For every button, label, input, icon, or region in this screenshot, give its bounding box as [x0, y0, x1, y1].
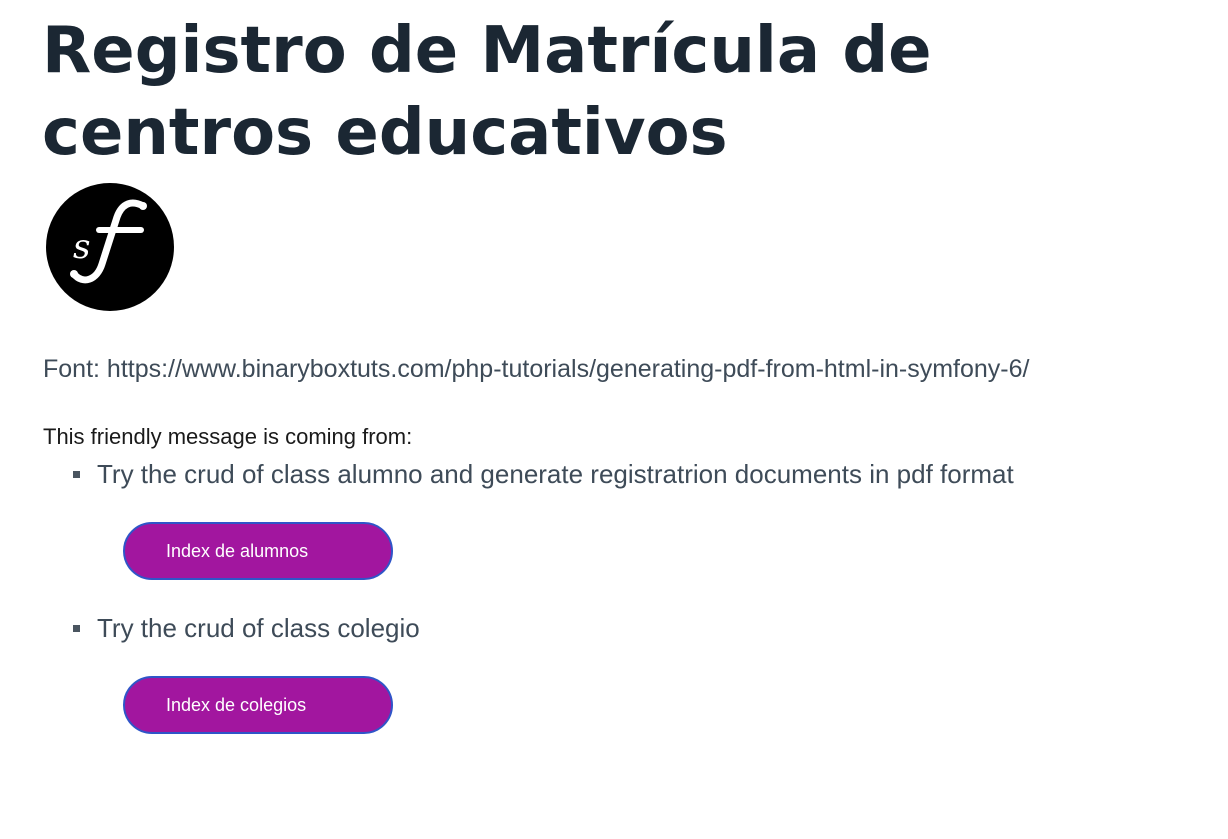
- svg-text:s: s: [73, 227, 90, 267]
- symfony-logo-icon: s: [46, 183, 174, 311]
- page-title: Registro de Matrícula de centros educati…: [42, 14, 932, 170]
- index-colegios-button[interactable]: Index de colegios: [123, 676, 393, 734]
- list-item-text: Try the crud of class alumno and generat…: [97, 459, 1014, 489]
- list-item-text: Try the crud of class colegio: [97, 613, 420, 643]
- list-item-alumno: Try the crud of class alumno and generat…: [72, 457, 1172, 580]
- square-bullet-icon: [73, 625, 80, 632]
- page: Registro de Matrícula de centros educati…: [0, 0, 1228, 839]
- source-link-text: Font: https://www.binaryboxtuts.com/php-…: [43, 355, 1030, 383]
- list-item-row: Try the crud of class colegio: [72, 611, 1172, 645]
- list-item-row: Try the crud of class alumno and generat…: [72, 457, 1172, 491]
- square-bullet-icon: [73, 471, 80, 478]
- list-item-colegio: Try the crud of class colegio Index de c…: [72, 611, 1172, 734]
- index-alumnos-button[interactable]: Index de alumnos: [123, 522, 393, 580]
- intro-message: This friendly message is coming from:: [43, 424, 413, 449]
